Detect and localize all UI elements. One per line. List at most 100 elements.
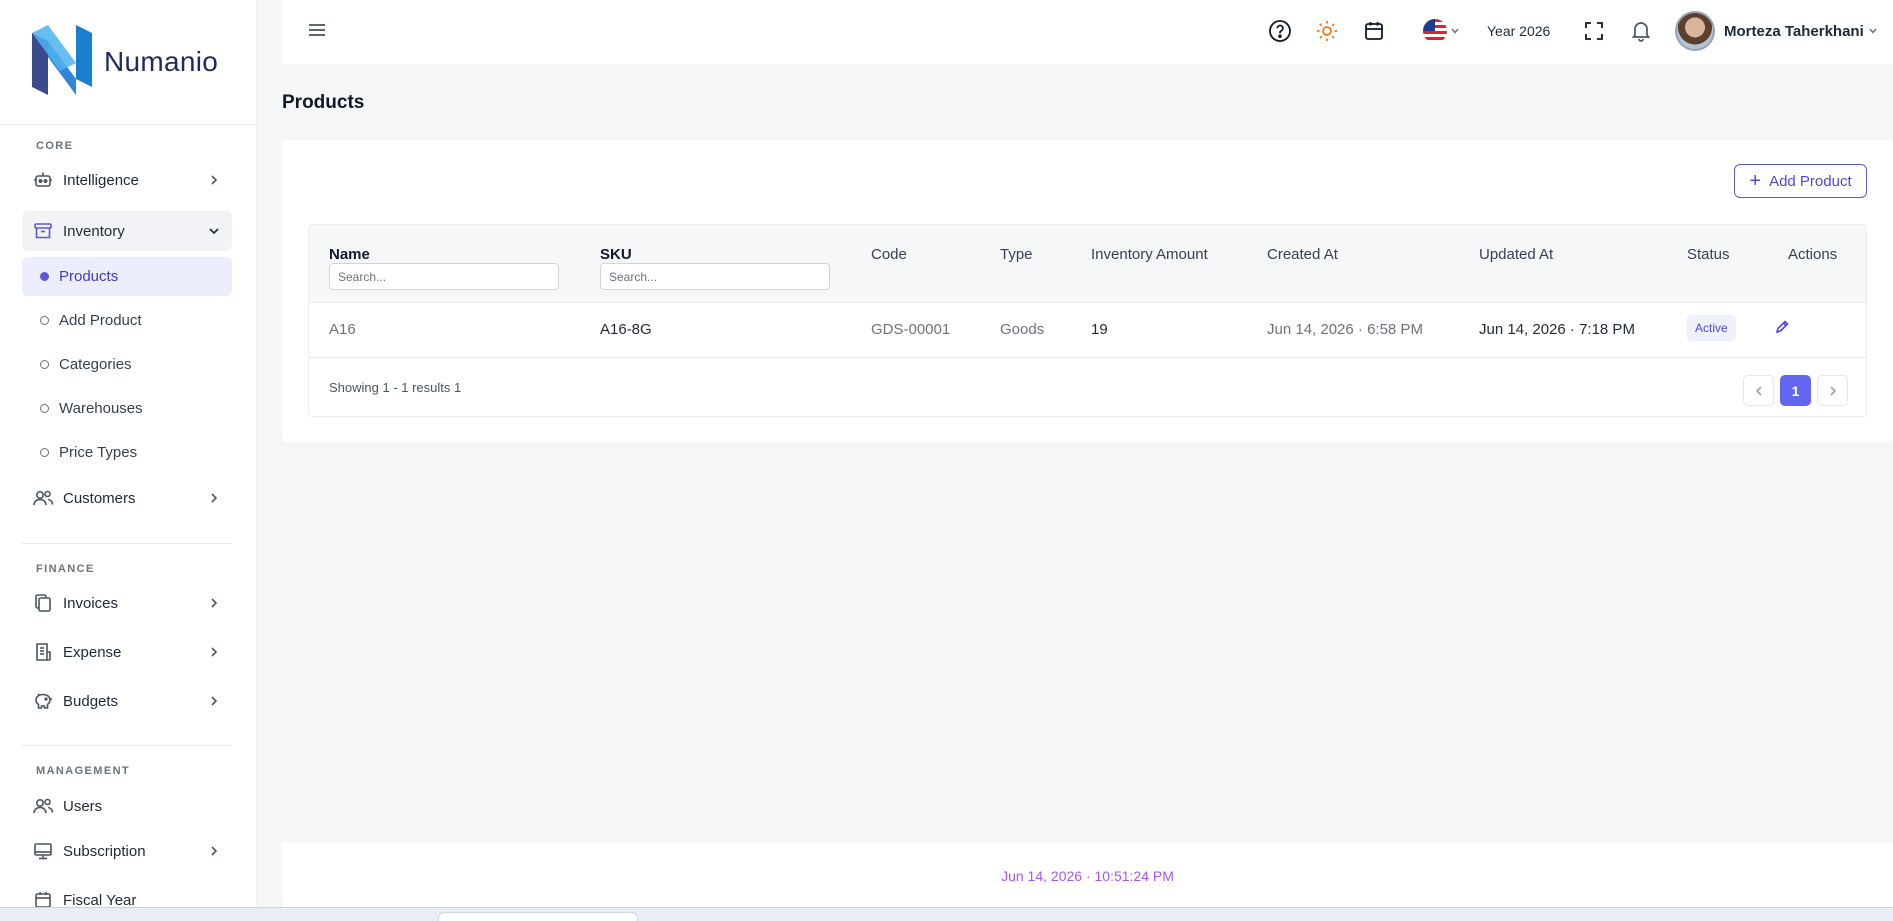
sidebar-item-label: Fiscal Year — [63, 891, 137, 908]
cell-created-at: Jun 14, 2026 · 6:58 PM — [1267, 321, 1423, 338]
sidebar-item-label: Customers — [63, 489, 136, 507]
products-table: Name SKU Code Type Inventory Amount Crea… — [308, 224, 1867, 417]
sidebar-divider — [22, 543, 232, 544]
bullet-icon — [40, 272, 49, 281]
column-header-code: Code — [871, 246, 907, 263]
sidebar-item-invoices[interactable]: Invoices — [22, 583, 232, 623]
sidebar-item-budgets[interactable]: Budgets — [22, 681, 232, 721]
calendar-icon[interactable] — [1361, 18, 1387, 44]
column-header-inventory-amount: Inventory Amount — [1091, 246, 1208, 263]
sidebar-subitem-label: Add Product — [59, 312, 142, 329]
add-product-button[interactable]: + Add Product — [1734, 164, 1867, 198]
add-product-label: Add Product — [1769, 172, 1852, 190]
cell-type: Goods — [1000, 321, 1045, 338]
chevron-left-icon — [1755, 385, 1762, 396]
pagination-prev-button[interactable] — [1743, 375, 1774, 406]
edit-pencil-icon[interactable] — [1774, 319, 1790, 340]
sku-search-input[interactable] — [600, 263, 830, 290]
sidebar-item-label: Inventory — [63, 222, 125, 240]
piggy-bank-icon — [32, 690, 54, 712]
sidebar-item-intelligence[interactable]: Intelligence — [22, 160, 232, 200]
brand[interactable]: Numanio — [0, 0, 256, 125]
chevron-right-icon — [208, 173, 220, 191]
sun-icon[interactable] — [1314, 18, 1340, 44]
bullet-icon — [40, 360, 49, 369]
sidebar-item-label: Subscription — [63, 842, 146, 860]
column-header-sku[interactable]: SKU — [600, 246, 632, 263]
archive-box-icon — [32, 220, 54, 242]
documents-icon — [32, 592, 54, 614]
sidebar-item-customers[interactable]: Customers — [22, 478, 232, 518]
sidebar-subitem-products[interactable]: Products — [22, 257, 232, 296]
chevron-right-icon — [208, 491, 220, 509]
pagination-next-button[interactable] — [1817, 375, 1848, 406]
sidebar-subitem-add-product[interactable]: Add Product — [22, 301, 232, 340]
sidebar-item-inventory[interactable]: Inventory — [22, 211, 232, 251]
sidebar-subitem-label: Price Types — [59, 444, 138, 461]
sidebar-subitem-label: Categories — [59, 356, 132, 373]
column-header-actions: Actions — [1788, 246, 1838, 263]
cell-sku: A16-8G — [600, 321, 652, 338]
sidebar-item-subscription[interactable]: Subscription — [22, 831, 232, 871]
section-label-core: CORE — [36, 140, 74, 152]
year-selector[interactable]: Year 2026 — [1487, 23, 1550, 39]
column-header-updated-at: Updated At — [1479, 246, 1554, 263]
chevron-down-icon — [1869, 28, 1877, 34]
bullet-icon — [40, 316, 49, 325]
chevron-right-icon — [208, 596, 220, 614]
sidebar-divider — [22, 745, 232, 746]
sidebar-subitem-price-types[interactable]: Price Types — [22, 433, 232, 472]
numanio-logo-icon — [30, 23, 94, 102]
status-badge: Active — [1687, 315, 1736, 341]
calendar-icon — [32, 889, 54, 907]
pagination-page-1[interactable]: 1 — [1780, 375, 1811, 406]
chevron-right-icon — [1829, 385, 1836, 396]
user-name[interactable]: Morteza Taherkhani — [1724, 23, 1878, 40]
help-icon[interactable] — [1267, 18, 1293, 44]
bullet-icon — [40, 448, 49, 457]
sidebar-item-expense[interactable]: Expense — [22, 632, 232, 672]
sidebar-item-users[interactable]: Users — [22, 786, 232, 826]
monitor-icon — [32, 840, 54, 862]
brand-name: Numanio — [104, 46, 219, 77]
footer: Jun 14, 2026 · 10:51:24 PM — [282, 842, 1893, 907]
footer-timestamp: Jun 14, 2026 · 10:51:24 PM — [1001, 868, 1174, 884]
table-row[interactable]: A16 A16-8G GDS-00001 Goods 19 Jun 14, 20… — [309, 303, 1866, 358]
sidebar-subitem-label: Products — [59, 268, 119, 285]
menu-icon[interactable] — [308, 22, 326, 43]
name-search-input[interactable] — [329, 263, 559, 290]
users-icon — [32, 487, 54, 509]
sidebar-subitem-categories[interactable]: Categories — [22, 345, 232, 384]
page-title: Products — [282, 92, 365, 113]
chevron-right-icon — [208, 694, 220, 712]
receipt-icon — [32, 641, 54, 663]
sidebar-subitem-warehouses[interactable]: Warehouses — [22, 389, 232, 428]
chevron-right-icon — [208, 844, 220, 862]
column-header-type: Type — [1000, 246, 1033, 263]
robot-icon — [32, 169, 54, 191]
sidebar-item-fiscal-year[interactable]: Fiscal Year — [22, 880, 232, 907]
chevron-right-icon — [208, 645, 220, 663]
plus-icon: + — [1749, 170, 1762, 192]
sidebar-item-label: Invoices — [63, 594, 119, 612]
bell-icon[interactable] — [1628, 18, 1654, 44]
users-icon — [32, 795, 54, 817]
results-summary: Showing 1 - 1 results 1 — [329, 380, 462, 395]
table-header: Name SKU Code Type Inventory Amount Crea… — [309, 225, 1866, 303]
avatar[interactable] — [1675, 11, 1715, 51]
os-taskbar — [0, 907, 1893, 921]
products-card: + Add Product Name SKU Code Type Invento… — [282, 140, 1893, 442]
column-header-created-at: Created At — [1267, 246, 1338, 263]
us-flag-icon[interactable] — [1420, 18, 1462, 44]
bullet-icon — [40, 404, 49, 413]
cell-name: A16 — [329, 321, 356, 338]
user-name-text: Morteza Taherkhani — [1724, 23, 1864, 40]
column-header-status: Status — [1687, 246, 1730, 263]
sidebar-subitem-label: Warehouses — [59, 400, 143, 417]
chevron-down-icon — [208, 224, 220, 242]
section-label-management: MANAGEMENT — [36, 765, 131, 777]
taskbar-search[interactable] — [438, 912, 638, 921]
sidebar-item-label: Budgets — [63, 692, 119, 710]
fullscreen-icon[interactable] — [1581, 18, 1607, 44]
column-header-name[interactable]: Name — [329, 246, 370, 263]
